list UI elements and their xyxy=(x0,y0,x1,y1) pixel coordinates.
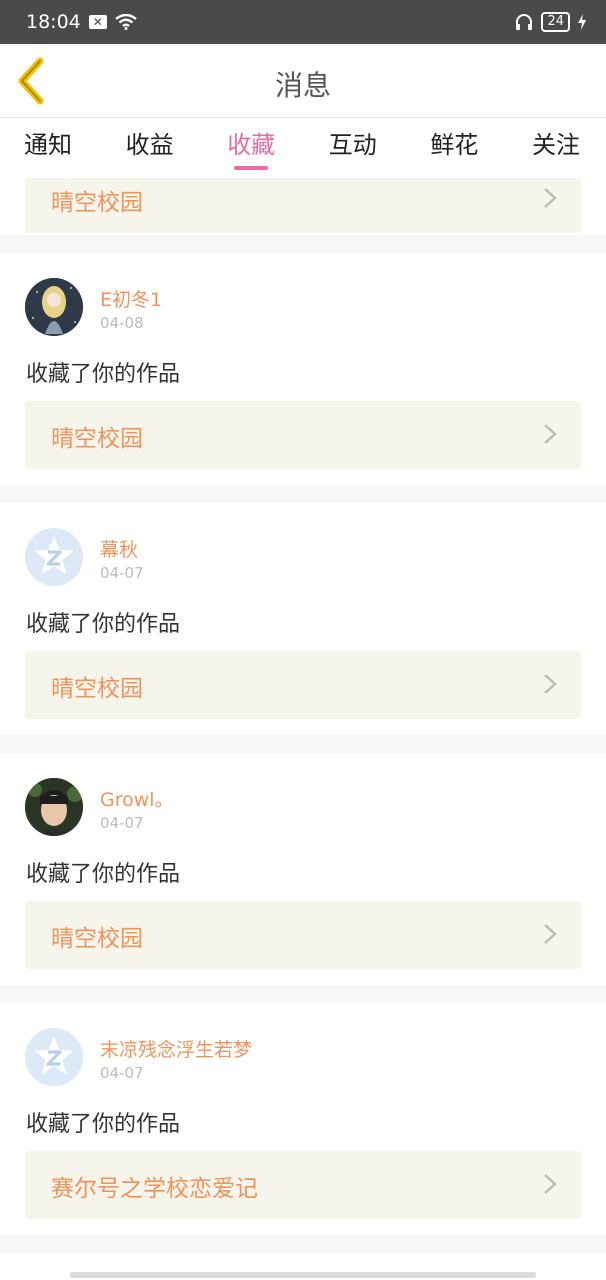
message-card: 幕秋 04-07 收藏了你的作品 晴空校园 xyxy=(0,503,606,735)
username[interactable]: 末凉残念浮生若梦 xyxy=(100,1035,252,1062)
user-avatar[interactable] xyxy=(25,778,83,836)
chevron-right-icon xyxy=(544,424,557,444)
message-action: 收藏了你的作品 xyxy=(26,362,181,387)
tab-favorites[interactable]: 收藏 xyxy=(227,118,275,178)
star-avatar-icon xyxy=(25,528,83,586)
tab-interactions[interactable]: 互动 xyxy=(329,118,377,178)
work-link[interactable]: 晴空校园 xyxy=(25,401,581,469)
work-link[interactable]: 晴空校园 xyxy=(25,178,581,233)
tab-notifications[interactable]: 通知 xyxy=(24,118,72,178)
message-date: 04-07 xyxy=(100,1064,144,1082)
chevron-right-icon xyxy=(544,674,557,694)
page-header: 消息 xyxy=(0,44,606,118)
tab-label: 通知 xyxy=(24,131,72,159)
work-title: 晴空校园 xyxy=(51,676,143,702)
work-title: 晴空校园 xyxy=(51,190,143,216)
message-date: 04-07 xyxy=(100,814,144,832)
page-title: 消息 xyxy=(274,69,331,102)
tab-label: 互动 xyxy=(328,131,377,159)
work-link[interactable]: 晴空校园 xyxy=(25,651,581,719)
tab-label: 关注 xyxy=(531,131,580,159)
message-action: 收藏了你的作品 xyxy=(26,612,181,637)
active-tab-indicator xyxy=(234,166,269,170)
chevron-right-icon xyxy=(544,1174,557,1194)
username[interactable]: E初冬1 xyxy=(100,285,162,312)
user-avatar[interactable] xyxy=(25,278,83,336)
tab-bar: 通知 收益 收藏 互动 鲜花 关注 xyxy=(0,118,606,178)
status-time: 18:04 xyxy=(26,11,81,33)
message-card: 末凉残念浮生若梦 04-07 收藏了你的作品 赛尔号之学校恋爱记 xyxy=(0,1003,606,1235)
tab-follows[interactable]: 关注 xyxy=(532,118,580,178)
battery-indicator: 24 xyxy=(541,12,570,32)
work-title: 赛尔号之学校恋爱记 xyxy=(51,1176,258,1202)
message-card: E初冬1 04-08 收藏了你的作品 晴空校园 xyxy=(0,253,606,485)
message-action: 收藏了你的作品 xyxy=(26,1112,181,1137)
username[interactable]: 幕秋 xyxy=(100,535,138,562)
username[interactable]: Growl。 xyxy=(100,785,174,812)
headphones-icon xyxy=(516,14,533,30)
tab-label: 收益 xyxy=(125,131,174,159)
status-bar: 18:04 ✕ 24 xyxy=(0,0,606,44)
default-avatar[interactable] xyxy=(25,1028,83,1086)
tab-earnings[interactable]: 收益 xyxy=(126,118,174,178)
message-date: 04-07 xyxy=(100,564,144,582)
wifi-icon xyxy=(115,14,137,30)
work-link[interactable]: 晴空校园 xyxy=(25,901,581,969)
message-card: Growl。 04-07 收藏了你的作品 晴空校园 xyxy=(0,753,606,985)
avatar-photo xyxy=(25,778,83,836)
tab-label: 收藏 xyxy=(227,131,276,159)
notification-x-icon: ✕ xyxy=(88,15,107,29)
default-avatar[interactable] xyxy=(25,528,83,586)
tab-flowers[interactable]: 鲜花 xyxy=(430,118,478,178)
star-avatar-icon xyxy=(25,1028,83,1086)
message-date: 04-08 xyxy=(100,314,144,332)
work-title: 晴空校园 xyxy=(51,926,143,952)
message-action: 收藏了你的作品 xyxy=(26,862,181,887)
charging-icon xyxy=(578,14,586,30)
message-card-partial xyxy=(0,1253,606,1280)
message-card-partial: 晴空校园 xyxy=(0,178,606,235)
loading-placeholder xyxy=(70,1272,536,1278)
chevron-right-icon xyxy=(544,924,557,944)
message-list[interactable]: 晴空校园 E初冬1 04-08 收藏了你的作品 晴空校园 幕秋 04-07 收藏… xyxy=(0,178,606,1280)
chevron-right-icon xyxy=(544,188,557,208)
avatar-illustration xyxy=(25,278,83,336)
work-title: 晴空校园 xyxy=(51,426,143,452)
tab-label: 鲜花 xyxy=(430,131,479,159)
work-link[interactable]: 赛尔号之学校恋爱记 xyxy=(25,1151,581,1219)
